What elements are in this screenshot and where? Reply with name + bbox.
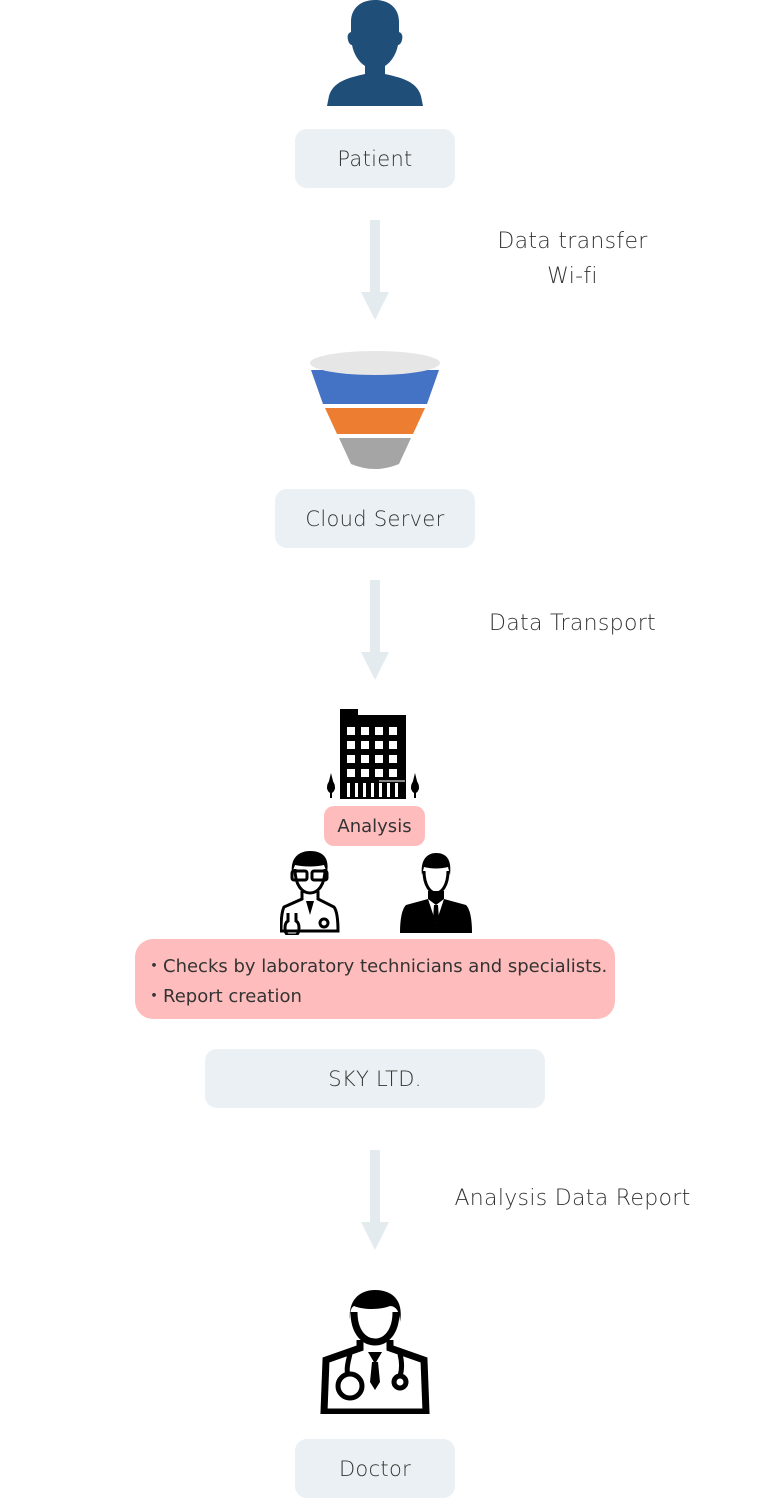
building-icon xyxy=(327,709,419,799)
analysis-details-box: ・Checks by laboratory technicians and sp… xyxy=(135,939,615,1019)
doctor-label: Doctor xyxy=(295,1439,455,1498)
edge-label-line: Wi-fi xyxy=(547,264,598,289)
lab-technician-icon xyxy=(280,851,340,935)
analysis-detail-item: ・Checks by laboratory technicians and sp… xyxy=(145,956,608,977)
analysis-label: Analysis xyxy=(324,806,425,846)
funnel-icon xyxy=(310,351,440,469)
patient-label-text: Patient xyxy=(337,146,413,171)
analysis-label-text: Analysis xyxy=(337,815,412,837)
edge-label-line: Data Transport xyxy=(489,611,656,636)
edge-label-line: Analysis Data Report xyxy=(454,1186,691,1211)
edge-label-analysis-data-report: Analysis Data Report xyxy=(440,1181,705,1216)
edge-label-data-transfer: Data transfer Wi-fi xyxy=(460,224,685,294)
edge-label-line: Data transfer xyxy=(497,229,648,254)
patient-label: Patient xyxy=(295,129,455,188)
cloud-server-label-text: Cloud Server xyxy=(305,506,445,531)
arrow-down-icon xyxy=(361,220,389,320)
sky-ltd-label: SKY LTD. xyxy=(205,1049,545,1108)
sky-ltd-label-text: SKY LTD. xyxy=(328,1066,422,1091)
edge-label-data-transport: Data Transport xyxy=(460,606,685,641)
arrow-down-icon xyxy=(361,1150,389,1250)
doctor-label-text: Doctor xyxy=(338,1456,412,1481)
arrow-down-icon xyxy=(361,580,389,680)
doctor-icon xyxy=(320,1290,430,1414)
specialist-icon xyxy=(400,853,472,933)
cloud-server-label: Cloud Server xyxy=(275,489,475,548)
person-icon xyxy=(327,0,423,106)
analysis-detail-item: ・Report creation xyxy=(145,986,302,1007)
